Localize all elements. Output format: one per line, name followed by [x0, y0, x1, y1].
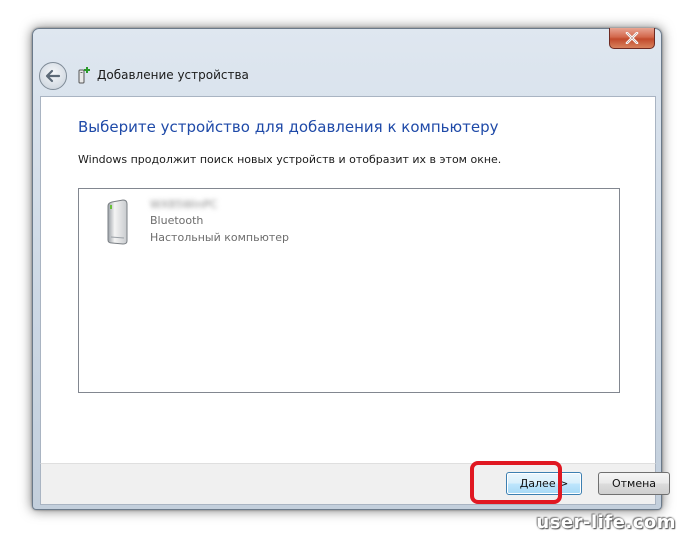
close-button[interactable] — [609, 28, 655, 49]
device-name: WX85WinPC — [150, 198, 218, 211]
page-title: Выберите устройство для добавления к ком… — [78, 118, 499, 136]
back-button[interactable] — [39, 62, 67, 90]
cancel-button[interactable]: Отмена — [598, 472, 670, 495]
watermark-text: user-life.com — [536, 512, 676, 533]
add-device-window: Добавление устройства Выберите устройств… — [32, 28, 670, 510]
device-category: Настольный компьютер — [150, 231, 289, 244]
desktop-tower-icon — [103, 197, 133, 247]
content-area: Выберите устройство для добавления к ком… — [40, 96, 656, 465]
button-bar: Далее > Отмена — [40, 463, 670, 505]
add-device-icon — [75, 66, 93, 84]
device-list-item[interactable]: WX85WinPC Bluetooth Настольный компьютер — [103, 197, 333, 251]
navigation-bar: Добавление устройства — [39, 62, 653, 90]
device-type: Bluetooth — [150, 214, 204, 227]
description-text: Windows продолжит поиск новых устройств … — [78, 153, 502, 166]
device-list[interactable]: WX85WinPC Bluetooth Настольный компьютер — [78, 188, 620, 393]
window-title: Добавление устройства — [97, 68, 249, 82]
next-button-highlight — [470, 461, 562, 504]
back-arrow-icon — [45, 69, 61, 83]
close-icon — [625, 32, 639, 44]
